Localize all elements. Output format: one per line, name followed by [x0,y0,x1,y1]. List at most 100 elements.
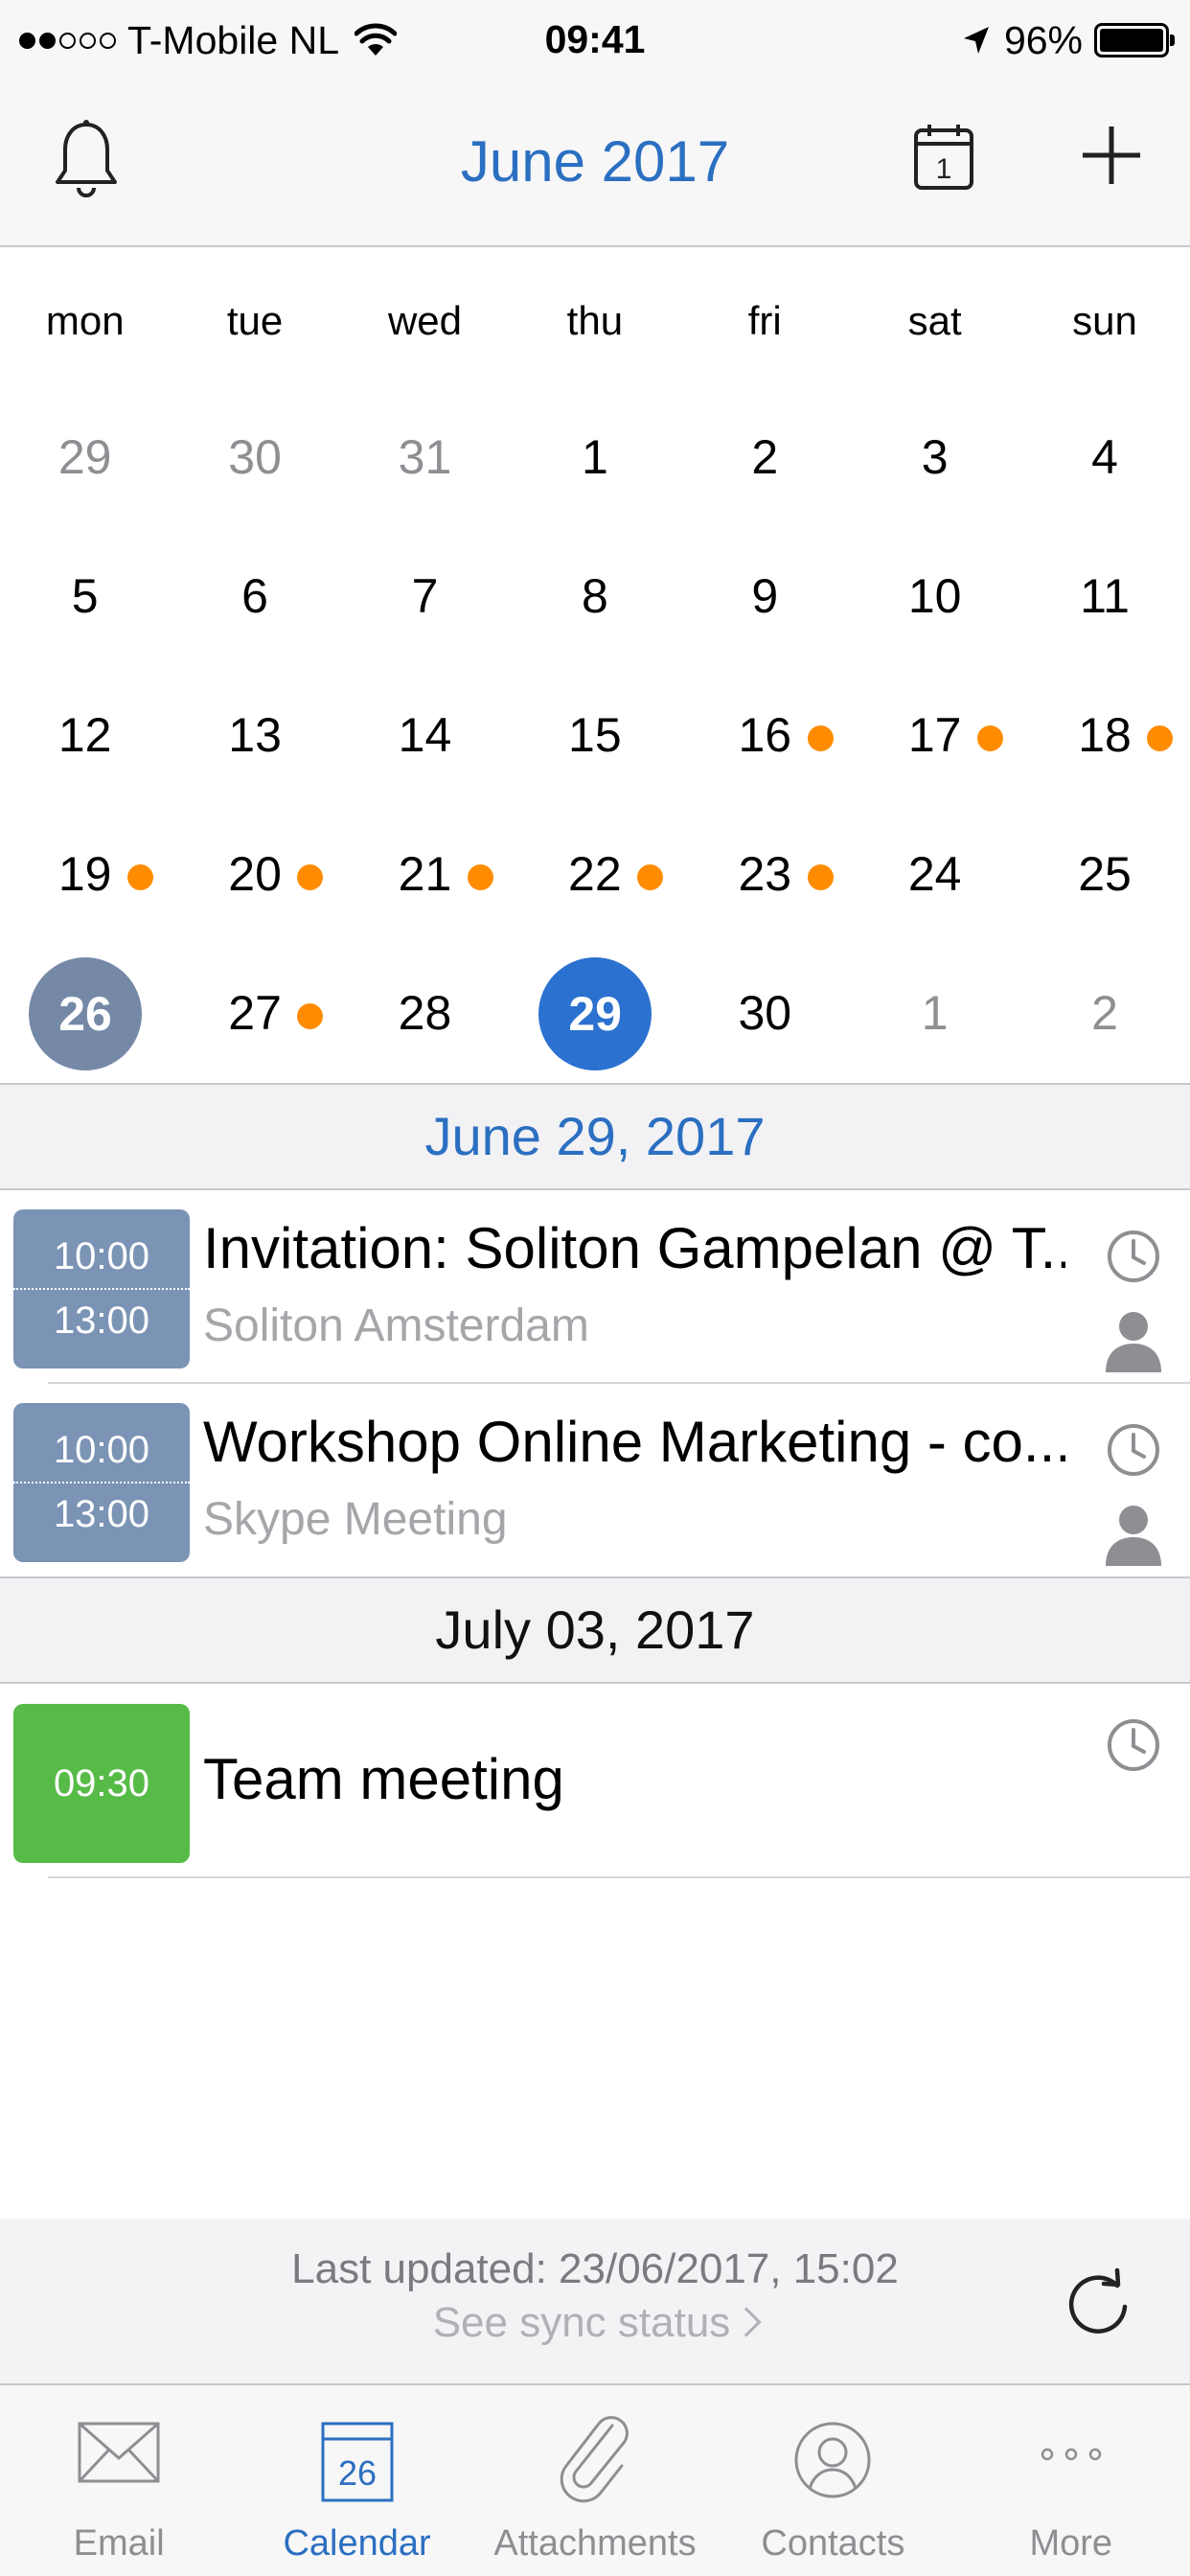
event-location: Skype Meeting [203,1494,508,1545]
weekday-label: mon [45,298,125,343]
calendar-day[interactable]: 13 [170,666,339,805]
row-separator [48,1876,1190,1878]
calendar-week-row: 26 27 28 29 30 1 2 [0,944,1190,1083]
tab-contacts[interactable]: Contacts [714,2385,951,2576]
tab-label: Contacts [761,2523,905,2564]
sync-status-link[interactable]: See sync status [0,2299,1190,2347]
calendar-day[interactable]: 14 [340,666,510,805]
calendar-day[interactable]: 24 [850,805,1019,944]
paperclip-icon [560,2416,629,2503]
calendar-day[interactable]: 16 [680,666,850,805]
calendar-day[interactable]: 12 [0,666,170,805]
event-indicator-dot [127,864,153,890]
calendar-day[interactable]: 23 [680,805,850,944]
event-row[interactable]: 10:00 13:00 Invitation: Soliton Gampelan… [0,1192,1190,1384]
calendar-day[interactable]: 30 [170,388,339,527]
tab-attachments[interactable]: Attachments [476,2385,714,2576]
calendar-day[interactable]: 9 [680,527,850,666]
refresh-icon[interactable] [1065,2266,1133,2339]
calendar-day[interactable]: 2 [1019,944,1189,1083]
calendar-day[interactable]: 3 [850,388,1019,527]
day-number: 26 [29,957,142,1070]
calendar-day-selected[interactable]: 26 [0,944,170,1083]
event-indicator-dot [467,864,493,890]
weekday-label: thu [566,298,624,343]
clock-icon [1108,1424,1159,1476]
calendar-day[interactable]: 11 [1019,527,1189,666]
calendar-day[interactable]: 5 [0,527,170,666]
event-start-time: 09:30 [53,1761,150,1805]
event-time-badge: 09:30 [13,1704,190,1863]
sync-status-label: See sync status [432,2299,731,2346]
event-indicator-dot [976,725,1003,751]
event-indicator-dot [807,725,834,751]
event-row[interactable]: 09:30 Team meeting [0,1687,1190,1878]
weekday-header: mon tue wed thu fri sat sun [0,288,1190,355]
more-dots-icon [1041,2448,1101,2461]
calendar-day[interactable]: 31 [340,388,510,527]
tab-email[interactable]: Email [0,2385,238,2576]
day-number: 9 [751,569,779,623]
calendar-week-row: 19 20 21 22 23 24 25 [0,805,1190,944]
weekday-label: sat [907,298,962,343]
calendar-day[interactable]: 1 [850,944,1019,1083]
calendar-day[interactable]: 18 [1019,666,1189,805]
calendar-day[interactable]: 7 [340,527,510,666]
agenda-date-header: June 29, 2017 [0,1083,1190,1190]
calendar-day[interactable]: 15 [510,666,679,805]
calendar-day[interactable]: 30 [680,944,850,1083]
calendar-day[interactable]: 29 [0,388,170,527]
calendar-today-number: 1 [936,153,952,185]
day-number: 29 [57,430,112,484]
calendar-day[interactable]: 25 [1019,805,1189,944]
month-grid: 29 30 31 1 2 3 4 5 6 7 8 9 10 11 12 13 14 15 16 17 18 19 20 21 2… [0,388,1190,1083]
calendar-day[interactable]: 2 [680,388,850,527]
clock-icon [1108,1719,1159,1771]
calendar-day[interactable]: 4 [1019,388,1189,527]
calendar-day[interactable]: 10 [850,527,1019,666]
clock-icon [1108,1230,1159,1282]
agenda-date-header: July 03, 2017 [0,1576,1190,1684]
tab-more[interactable]: More [952,2385,1190,2576]
day-number: 24 [907,847,962,901]
calendar-day[interactable]: 27 [170,944,339,1083]
day-number: 8 [581,569,608,623]
day-number: 5 [71,569,99,623]
calendar-day[interactable]: 19 [0,805,170,944]
event-location: Soliton Amsterdam [203,1300,589,1351]
calendar-day[interactable]: 21 [340,805,510,944]
calendar-day[interactable]: 28 [340,944,510,1083]
calendar-day[interactable]: 1 [510,388,679,527]
status-right: 96% [962,17,1175,63]
event-time-badge: 10:00 13:00 [13,1209,190,1368]
day-number: 2 [751,430,779,484]
day-number: 29 [538,957,652,1070]
location-arrow-icon [963,27,989,54]
tab-label: More [1029,2523,1113,2564]
event-end-time: 13:00 [13,1482,190,1536]
weekday-label: fri [747,298,782,343]
event-end-time: 13:00 [13,1288,190,1343]
event-row[interactable]: 10:00 13:00 Workshop Online Marketing - … [0,1386,1190,1577]
calendar-day[interactable]: 8 [510,527,679,666]
tab-calendar[interactable]: 26 Calendar [238,2385,475,2576]
plus-icon[interactable] [1081,125,1142,186]
event-indicator-dot [807,864,834,890]
day-number: 10 [907,569,962,623]
calendar-day[interactable]: 17 [850,666,1019,805]
battery-percent: 96% [1003,17,1083,62]
calendar-day[interactable]: 22 [510,805,679,944]
weekday-label: wed [387,298,462,343]
day-number: 7 [411,569,439,623]
day-number: 14 [398,708,452,762]
calendar-today-icon[interactable]: 1 [912,121,975,192]
calendar-day[interactable]: 20 [170,805,339,944]
last-updated-text: Last updated: 23/06/2017, 15:02 [291,2245,899,2292]
month-title[interactable]: June 2017 [0,128,1190,195]
calendar-day[interactable]: 6 [170,527,339,666]
contact-icon [794,2422,871,2498]
calendar-day-today[interactable]: 29 [510,944,679,1083]
nav-bar: June 2017 1 [0,79,1190,247]
tab-bar: Email 26 Calendar Attachments Contacts M… [0,2383,1190,2576]
sync-footer: Last updated: 23/06/2017, 15:02 See sync… [0,2219,1190,2383]
